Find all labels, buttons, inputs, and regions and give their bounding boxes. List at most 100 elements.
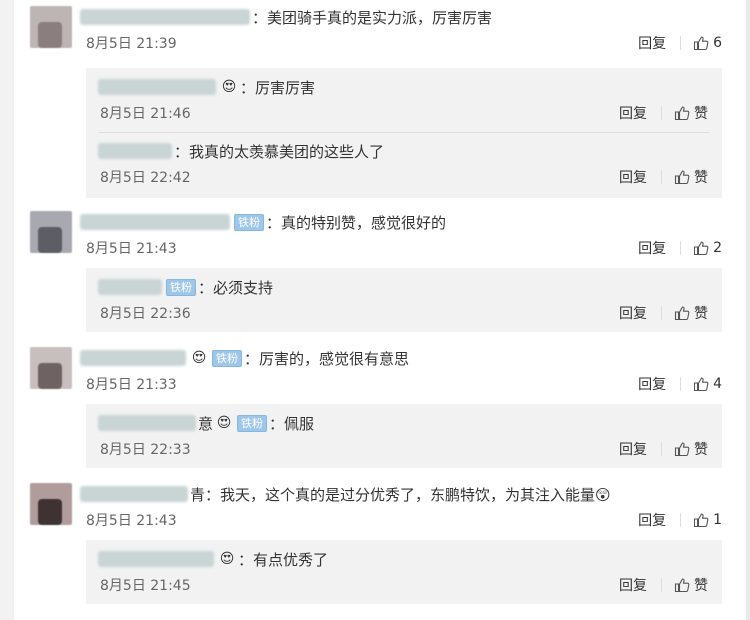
reply-box: 铁粉 ：必须支持 8月5日 22:36 回复 赞 (86, 268, 722, 332)
divider (680, 36, 682, 50)
thumbs-up-icon[interactable] (674, 305, 690, 321)
reply-time: 8月5日 22:36 (100, 306, 191, 322)
like-button[interactable]: 赞 (694, 103, 708, 123)
avatar[interactable] (30, 211, 72, 253)
comment-text: ：我天，这个真的是过分优秀了，东鹏特饮，为其注入能量😲 (205, 485, 611, 504)
username[interactable] (98, 143, 172, 159)
reply-button[interactable]: 回复 (619, 303, 647, 323)
reply-box: 😍 ：厉害厉害 8月5日 21:46 回复 赞 ：我真的太羡慕美团的这些人了 8… (86, 68, 722, 198)
thumbs-up-icon[interactable] (674, 441, 690, 457)
comment-time: 8月5日 21:39 (86, 36, 177, 52)
reply-line: 意 😍 铁粉 ：佩服 (98, 412, 314, 434)
fan-badge: 铁粉 (234, 213, 264, 231)
comment-actions: 回复 1 (638, 510, 722, 530)
comment-text: ：美团骑手真的是实力派，厉害厉害 (252, 8, 493, 27)
username[interactable] (80, 214, 230, 230)
fan-badge: 铁粉 (212, 349, 242, 367)
comment-actions: 回复 6 (638, 33, 722, 53)
reply-button[interactable]: 回复 (638, 510, 666, 530)
fan-badge: 铁粉 (166, 278, 196, 296)
divider (661, 106, 662, 120)
reply-actions: 回复 赞 (619, 167, 708, 187)
reply-line: ：我真的太羡慕美团的这些人了 (98, 140, 384, 162)
reply-text: ：佩服 (269, 414, 315, 433)
reply-text: ：必须支持 (198, 278, 274, 297)
like-count[interactable]: 6 (713, 35, 722, 51)
divider (661, 306, 662, 320)
comment-line: 铁粉 ：真的特别赞，感觉很好的 (80, 211, 446, 233)
username-suffix: 意 (198, 414, 214, 433)
reply-time: 8月5日 22:42 (100, 170, 191, 186)
reply-actions: 回复 赞 (619, 575, 708, 595)
reply-text: ：我真的太羡慕美团的这些人了 (174, 142, 385, 161)
username[interactable] (98, 415, 196, 431)
comment-time: 8月5日 21:43 (86, 513, 177, 529)
divider (680, 377, 682, 391)
comment-time: 8月5日 21:43 (86, 241, 177, 257)
divider (680, 241, 682, 255)
username[interactable] (98, 551, 214, 567)
comment-line: 😍 铁粉 ：厉害的，感觉很有意思 (80, 347, 409, 369)
reply-time: 8月5日 21:46 (100, 106, 191, 122)
divider (661, 578, 662, 592)
divider (98, 132, 710, 133)
thumbs-up-icon[interactable] (674, 169, 690, 185)
like-count[interactable]: 2 (713, 240, 722, 256)
reply-button[interactable]: 回复 (638, 374, 666, 394)
reply-button[interactable]: 回复 (619, 575, 647, 595)
reply-text: ：有点优秀了 (238, 550, 329, 569)
thumbs-up-icon[interactable] (674, 105, 690, 121)
comment-actions: 回复 2 (638, 238, 722, 258)
like-count[interactable]: 1 (713, 512, 722, 528)
username[interactable] (80, 9, 250, 25)
username[interactable] (98, 279, 162, 295)
thumbs-up-icon[interactable] (693, 35, 709, 51)
reply-line: 😍 ：厉害厉害 (98, 76, 315, 98)
heart-eyes-emoji-icon: 😍 (216, 415, 232, 431)
comment-actions: 回复 4 (638, 374, 722, 394)
username-suffix: 青 (190, 485, 206, 504)
comment-text: ：真的特别赞，感觉很好的 (266, 213, 447, 232)
comment-text: ：厉害的，感觉很有意思 (244, 349, 410, 368)
reply-line: 铁粉 ：必须支持 (98, 276, 273, 298)
reply-box: 😍 ：有点优秀了 8月5日 21:45 回复 赞 (86, 540, 722, 604)
avatar[interactable] (30, 6, 72, 48)
like-button[interactable]: 赞 (694, 167, 708, 187)
fan-badge: 铁粉 (237, 414, 268, 432)
reply-actions: 回复 赞 (619, 303, 708, 323)
reply-button[interactable]: 回复 (638, 33, 666, 53)
reply-button[interactable]: 回复 (619, 439, 647, 459)
heart-eyes-emoji-icon: 😍 (219, 551, 235, 567)
like-count[interactable]: 4 (713, 376, 722, 392)
reply-button[interactable]: 回复 (619, 167, 647, 187)
reply-actions: 回复 赞 (619, 439, 708, 459)
avatar[interactable] (30, 483, 72, 525)
reply-time: 8月5日 22:33 (100, 442, 191, 458)
username[interactable] (98, 79, 216, 95)
reply-text: ：厉害厉害 (240, 78, 316, 97)
reply-actions: 回复 赞 (619, 103, 708, 123)
comment-line: ：美团骑手真的是实力派，厉害厉害 (80, 6, 492, 28)
like-button[interactable]: 赞 (694, 575, 708, 595)
divider (661, 170, 662, 184)
username[interactable] (80, 350, 186, 366)
avatar[interactable] (30, 347, 72, 389)
username[interactable] (80, 486, 188, 502)
divider (680, 513, 682, 527)
comment-line: 青 ：我天，这个真的是过分优秀了，东鹏特饮，为其注入能量😲 (80, 483, 611, 505)
reply-time: 8月5日 21:45 (100, 578, 191, 594)
left-frame (0, 0, 14, 620)
thumbs-up-icon[interactable] (674, 577, 690, 593)
reply-button[interactable]: 回复 (638, 238, 666, 258)
thumbs-up-icon[interactable] (693, 376, 709, 392)
heart-eyes-emoji-icon: 😍 (191, 350, 207, 366)
reply-line: 😍 ：有点优秀了 (98, 548, 328, 570)
divider (661, 442, 662, 456)
reply-button[interactable]: 回复 (619, 103, 647, 123)
like-button[interactable]: 赞 (694, 303, 708, 323)
right-frame (746, 0, 750, 620)
heart-eyes-emoji-icon: 😍 (221, 79, 237, 95)
thumbs-up-icon[interactable] (693, 240, 709, 256)
thumbs-up-icon[interactable] (693, 512, 709, 528)
like-button[interactable]: 赞 (694, 439, 708, 459)
